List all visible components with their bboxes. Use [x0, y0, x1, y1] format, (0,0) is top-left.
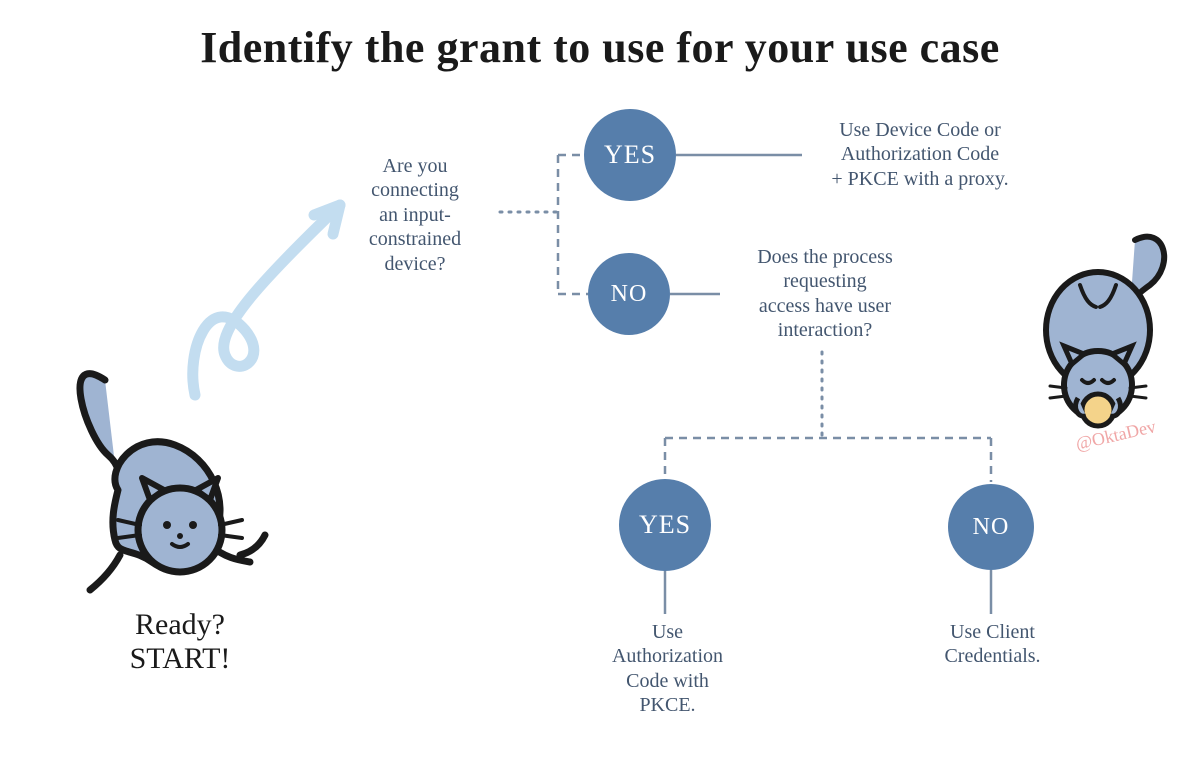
ready-line2: START!	[130, 642, 231, 675]
start-label: Ready? START!	[65, 608, 295, 676]
question-user-interaction: Does the process requesting access have …	[720, 245, 930, 343]
decision-no-bottom: NO	[948, 484, 1034, 570]
result-device-code: Use Device Code or Authorization Code + …	[800, 118, 1040, 191]
author-handle: @OktaDev	[1074, 416, 1158, 455]
cat-start-illustration	[80, 374, 265, 590]
result-client-credentials: Use Client Credentials.	[905, 620, 1080, 669]
question-input-constrained: Are you connecting an input- constrained…	[335, 154, 495, 276]
decision-yes-bottom: YES	[619, 479, 711, 571]
page-title: Identify the grant to use for your use c…	[0, 22, 1200, 73]
decision-no-top: NO	[588, 253, 670, 335]
cat-play-illustration	[1046, 237, 1164, 426]
result-auth-code-pkce: Use Authorization Code with PKCE.	[580, 620, 755, 718]
decision-yes-top: YES	[584, 109, 676, 201]
ready-line1: Ready?	[135, 608, 225, 641]
